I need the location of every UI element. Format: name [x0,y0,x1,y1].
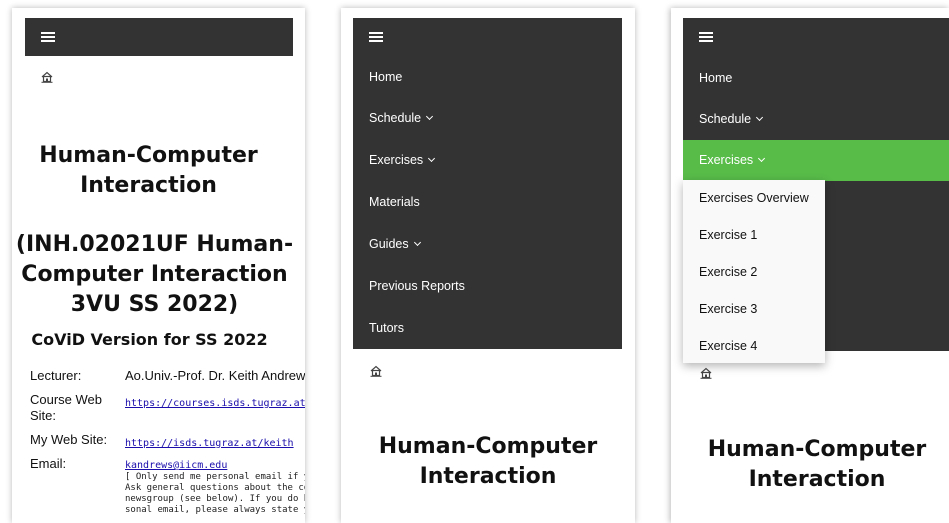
page-title: Human-Computer Interaction [707,437,927,492]
submenu-item-exercises-overview[interactable]: Exercises Overview [683,180,825,217]
email-link[interactable]: kandrews@iicm.edu [125,460,227,471]
page-title: Human-Computer Interaction [378,434,598,489]
submenu-item-exercise-1[interactable]: Exercise 1 [683,217,825,254]
my-web-site-link[interactable]: https://isds.tugraz.at/keith [125,438,294,449]
menu-item-previous-reports[interactable]: Previous Reports [353,266,622,307]
menu-item-schedule[interactable]: Schedule [683,99,949,140]
top-navigation-bar [25,18,293,56]
course-title: (INH.02021UF Human- Computer Interaction… [15,232,294,317]
page-title: Human-Computer Interaction [39,143,258,198]
menu-item-materials[interactable]: Materials [353,182,622,223]
lecturer-name: Ao.Univ.-Prof. Dr. Keith Andrews [125,368,305,383]
navigation-menu: Home Schedule Exercises Materials Guides… [353,18,622,349]
menu-item-exercises[interactable]: Exercises [353,140,622,181]
menu-item-exercises[interactable]: Exercises [683,140,949,181]
exercises-submenu: Exercises Overview Exercise 1 Exercise 2… [683,180,825,363]
my-web-site-row: My Web Site: https://isds.tugraz.at/keit… [30,432,294,449]
mobile-page-menu-open: Home Schedule Exercises Materials Guides… [341,8,635,523]
home-icon[interactable] [41,71,53,83]
menu-item-home[interactable]: Home [353,57,622,98]
hamburger-icon[interactable] [41,32,55,42]
version-heading: CoViD Version for SS 2022 [31,330,268,349]
menu-item-guides[interactable]: Guides [353,224,622,265]
chevron-down-icon [413,238,421,247]
menu-item-tutors[interactable]: Tutors [353,308,622,349]
menu-item-schedule[interactable]: Schedule [353,98,622,139]
submenu-item-exercise-3[interactable]: Exercise 3 [683,291,825,328]
home-icon[interactable] [700,367,712,379]
chevron-down-icon [426,112,434,121]
mobile-page-collapsed: Human-Computer Interaction (INH.02021UF … [12,8,305,523]
chevron-down-icon [756,113,764,122]
email-row: Email: kandrews@iicm.edu [ Only send me … [30,456,305,515]
submenu-item-exercise-2[interactable]: Exercise 2 [683,254,825,291]
menu-item-home[interactable]: Home [683,58,949,99]
chevron-down-icon [758,154,766,163]
mobile-page-submenu-open: Home Schedule Exercises Exercises Overvi… [671,8,949,523]
course-info-table: Lecturer: Ao.Univ.-Prof. Dr. Keith Andre… [30,368,305,516]
hamburger-icon[interactable] [699,32,713,42]
course-web-site-link[interactable]: https://courses.isds.tugraz.at/hci/ [125,398,305,409]
course-web-site-row: Course Web Site: https://courses.isds.tu… [30,392,305,432]
hamburger-icon[interactable] [369,32,383,42]
home-icon[interactable] [370,365,382,377]
chevron-down-icon [428,154,436,163]
lecturer-row: Lecturer: Ao.Univ.-Prof. Dr. Keith Andre… [30,368,305,383]
submenu-item-exercise-4[interactable]: Exercise 4 [683,328,825,365]
